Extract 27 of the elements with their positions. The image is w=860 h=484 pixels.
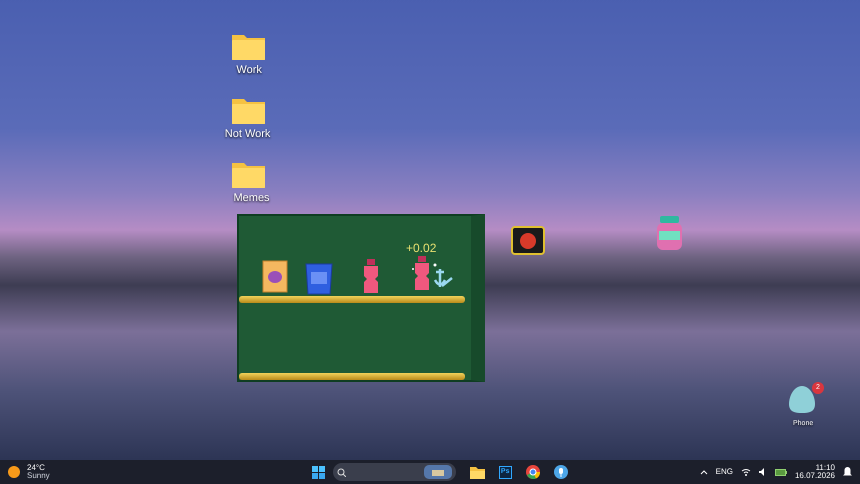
scenery-thumbnail-icon (424, 465, 452, 479)
folder-taskbar-icon[interactable] (470, 466, 485, 478)
weather-condition[interactable]: Sunny (27, 472, 50, 480)
folder-label[interactable]: Not Work (224, 126, 270, 142)
folder-icon[interactable] (232, 160, 265, 188)
folder-label[interactable]: Work (236, 62, 262, 78)
phone-blob-icon[interactable] (788, 385, 816, 414)
can-drawing (511, 224, 545, 257)
folder-icon[interactable] (232, 96, 265, 124)
browser-icon[interactable] (526, 465, 540, 479)
jar-drawing (655, 215, 684, 251)
wifi-icon[interactable] (740, 468, 751, 476)
microphone-app-icon[interactable] (554, 465, 568, 479)
sun-icon[interactable] (8, 466, 20, 478)
chevron-up-icon[interactable] (700, 470, 708, 474)
temperature-text[interactable]: 24°C (27, 464, 50, 472)
battery-icon[interactable] (774, 468, 787, 476)
folder-icon[interactable] (232, 32, 265, 60)
search-field[interactable] (332, 463, 456, 481)
clock-time[interactable]: 11:10 (816, 464, 835, 472)
search-icon (336, 468, 346, 476)
clock-date[interactable]: 16.07.2026 (794, 472, 835, 480)
notification-bell-icon[interactable] (843, 467, 852, 477)
language-indicator[interactable]: ENG (716, 466, 733, 478)
speaker-icon[interactable] (758, 468, 767, 476)
score-popup: +0.02 (406, 240, 436, 257)
windows-start-icon[interactable] (312, 466, 325, 478)
